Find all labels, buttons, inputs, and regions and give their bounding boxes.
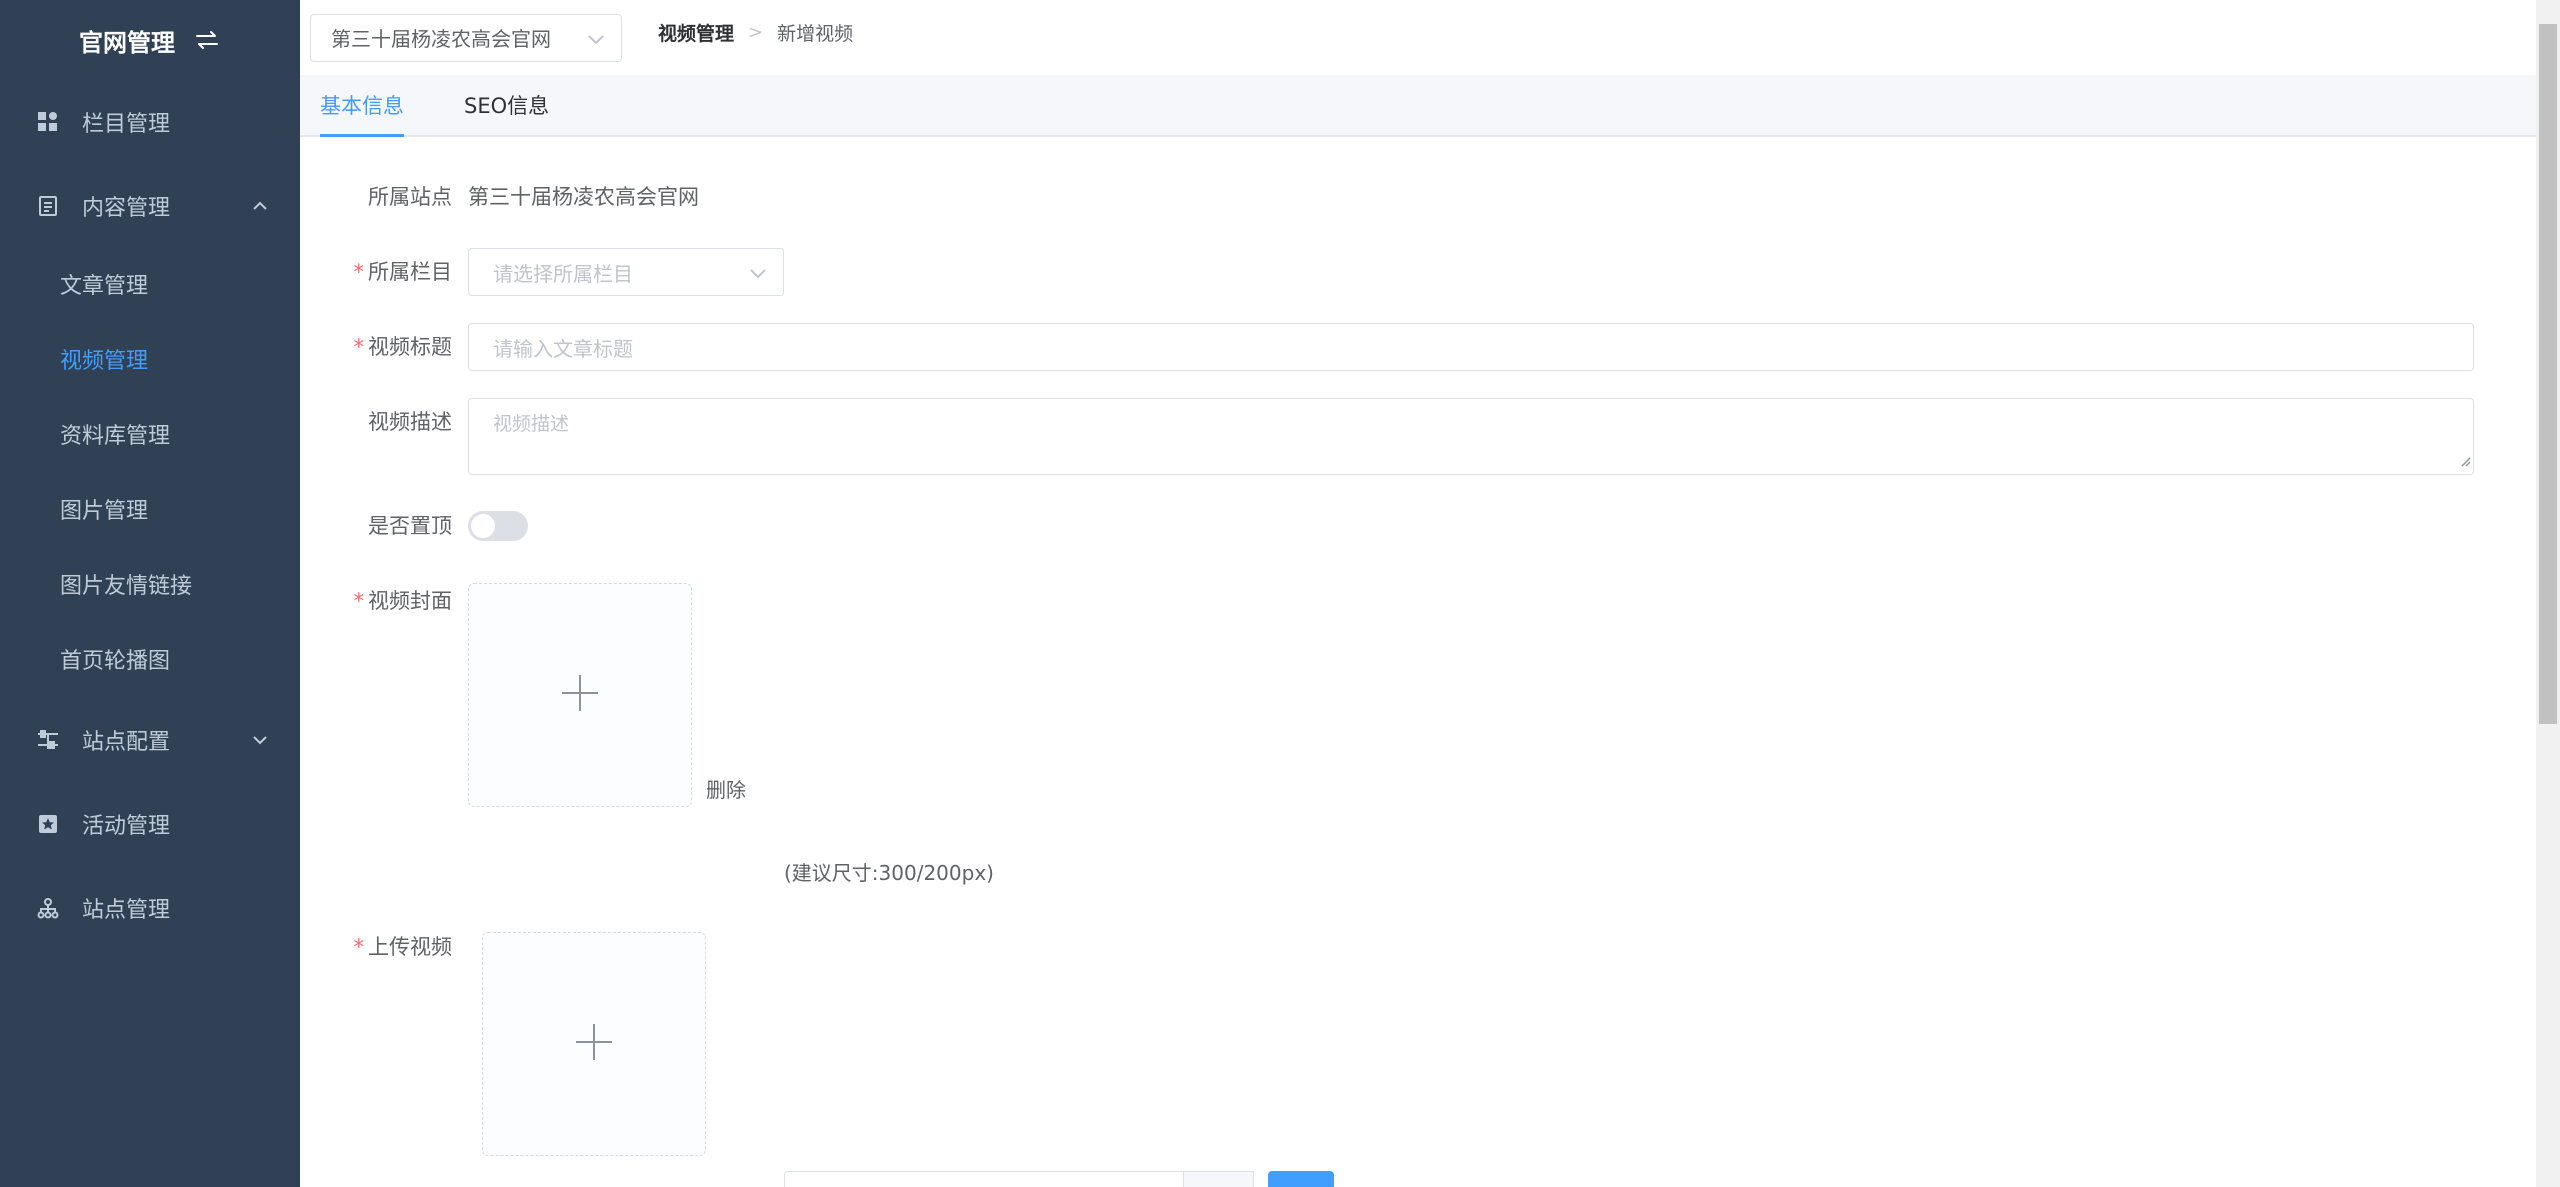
column-select-placeholder: 请选择所属栏目 (493, 261, 633, 286)
form-row-site: 所属站点 第三十届杨凌农高会官网 (300, 173, 699, 221)
cover-upload[interactable] (468, 583, 692, 807)
page-scrollbar[interactable] (2536, 0, 2560, 1187)
form-row-upload: * 上传视频 (300, 923, 706, 1156)
menu-item-label: 活动管理 (82, 814, 171, 839)
document-icon (36, 194, 60, 218)
video-form: 所属站点 第三十届杨凌农高会官网 * 所属栏目 请选择所属栏目 * 视频标题 请输入… (300, 137, 2536, 1187)
menu-item-site-config[interactable]: 站点配置 (0, 698, 300, 782)
menu-item-content-management[interactable]: 内容管理 (0, 164, 300, 248)
site-select-value: 第三十届杨凌农高会官网 (331, 27, 551, 51)
partial-input-append[interactable] (1184, 1171, 1254, 1187)
breadcrumb-item-video-management[interactable]: 视频管理 (658, 19, 734, 46)
description-textarea[interactable]: 视频描述 (468, 398, 2474, 475)
submenu-item-videos[interactable]: 视频管理 (0, 321, 300, 396)
menu-item-label: 栏目管理 (82, 112, 171, 137)
cover-label: * 视频封面 (353, 589, 453, 613)
form-row-cover-hint: (建议尺寸:300/200px) (784, 857, 994, 886)
menu-item-label: 站点配置 (82, 730, 171, 755)
form-row-cover: * 视频封面 删除 (300, 577, 746, 807)
plus-icon (560, 673, 600, 717)
topbar: 第三十届杨凌农高会官网 视频管理 > 新增视频 (300, 0, 2536, 75)
column-select[interactable]: 请选择所属栏目 (468, 248, 784, 296)
description-label: 视频描述 (368, 410, 452, 434)
cover-delete-button[interactable]: 删除 (706, 774, 746, 803)
menu-item-column-management[interactable]: 栏目管理 (0, 80, 300, 164)
breadcrumb-separator-icon: > (748, 22, 764, 43)
submenu-item-library[interactable]: 资料库管理 (0, 396, 300, 471)
partial-primary-button[interactable] (1268, 1171, 1334, 1187)
collapse-toggle-icon[interactable] (193, 28, 221, 52)
required-mark: * (353, 935, 365, 959)
required-mark: * (353, 260, 365, 284)
video-upload[interactable] (482, 932, 706, 1156)
chevron-down-icon (252, 735, 268, 745)
menu-item-site-management[interactable]: 站点管理 (0, 866, 300, 950)
form-row-partial (784, 1171, 1334, 1187)
submenu-item-carousel[interactable]: 首页轮播图 (0, 621, 300, 696)
site-label: 所属站点 (368, 185, 452, 209)
upload-label: * 上传视频 (353, 935, 453, 959)
sidebar: 官网管理 栏目管理 内容管理 文章管理 视频管理 资料库管理 图片管理 图片友情… (0, 0, 300, 1187)
menu-item-activity-management[interactable]: 活动管理 (0, 782, 300, 866)
required-mark: * (353, 335, 365, 359)
required-mark: * (353, 589, 365, 613)
form-tabs: 基本信息 SEO信息 (300, 75, 2536, 137)
title-input[interactable]: 请输入文章标题 (468, 323, 2474, 371)
submenu-item-articles[interactable]: 文章管理 (0, 246, 300, 321)
submenu-item-images[interactable]: 图片管理 (0, 471, 300, 546)
sitemap-icon (36, 896, 60, 920)
description-placeholder: 视频描述 (493, 413, 570, 435)
pinned-label: 是否置顶 (368, 514, 452, 538)
plus-icon (574, 1022, 614, 1066)
breadcrumb: 视频管理 > 新增视频 (658, 19, 853, 46)
app-title: 官网管理 (79, 28, 175, 57)
submenu-item-image-links[interactable]: 图片友情链接 (0, 546, 300, 621)
activity-icon (36, 812, 60, 836)
chevron-down-icon (587, 26, 605, 50)
scrollbar-thumb[interactable] (2539, 24, 2557, 724)
resize-handle-icon[interactable] (2459, 450, 2471, 472)
title-label: * 视频标题 (353, 335, 453, 359)
breadcrumb-item-current: 新增视频 (777, 23, 854, 45)
menu-item-label: 站点管理 (82, 898, 171, 923)
form-row-description: 视频描述 视频描述 (300, 398, 2474, 475)
cover-size-hint: (建议尺寸:300/200px) (784, 861, 994, 885)
content-submenu: 文章管理 视频管理 资料库管理 图片管理 图片友情链接 首页轮播图 (0, 246, 300, 696)
sliders-icon (36, 728, 60, 752)
column-grid-icon (36, 110, 60, 134)
form-row-pinned: 是否置顶 (300, 502, 528, 550)
site-value: 第三十届杨凌农高会官网 (468, 185, 699, 209)
column-label: * 所属栏目 (353, 260, 453, 284)
menu-item-label: 内容管理 (82, 196, 171, 221)
tab-basic-info[interactable]: 基本信息 (320, 75, 404, 137)
form-row-title: * 视频标题 请输入文章标题 (300, 323, 2474, 371)
chevron-up-icon (252, 201, 268, 211)
pinned-switch[interactable] (468, 511, 528, 541)
switch-knob (471, 514, 495, 538)
site-select[interactable]: 第三十届杨凌农高会官网 (310, 13, 622, 62)
sidebar-header: 官网管理 (0, 0, 300, 80)
tab-seo-info[interactable]: SEO信息 (464, 75, 549, 135)
form-row-column: * 所属栏目 请选择所属栏目 (300, 248, 784, 296)
chevron-down-icon (749, 260, 767, 284)
partial-input[interactable] (784, 1171, 1184, 1187)
